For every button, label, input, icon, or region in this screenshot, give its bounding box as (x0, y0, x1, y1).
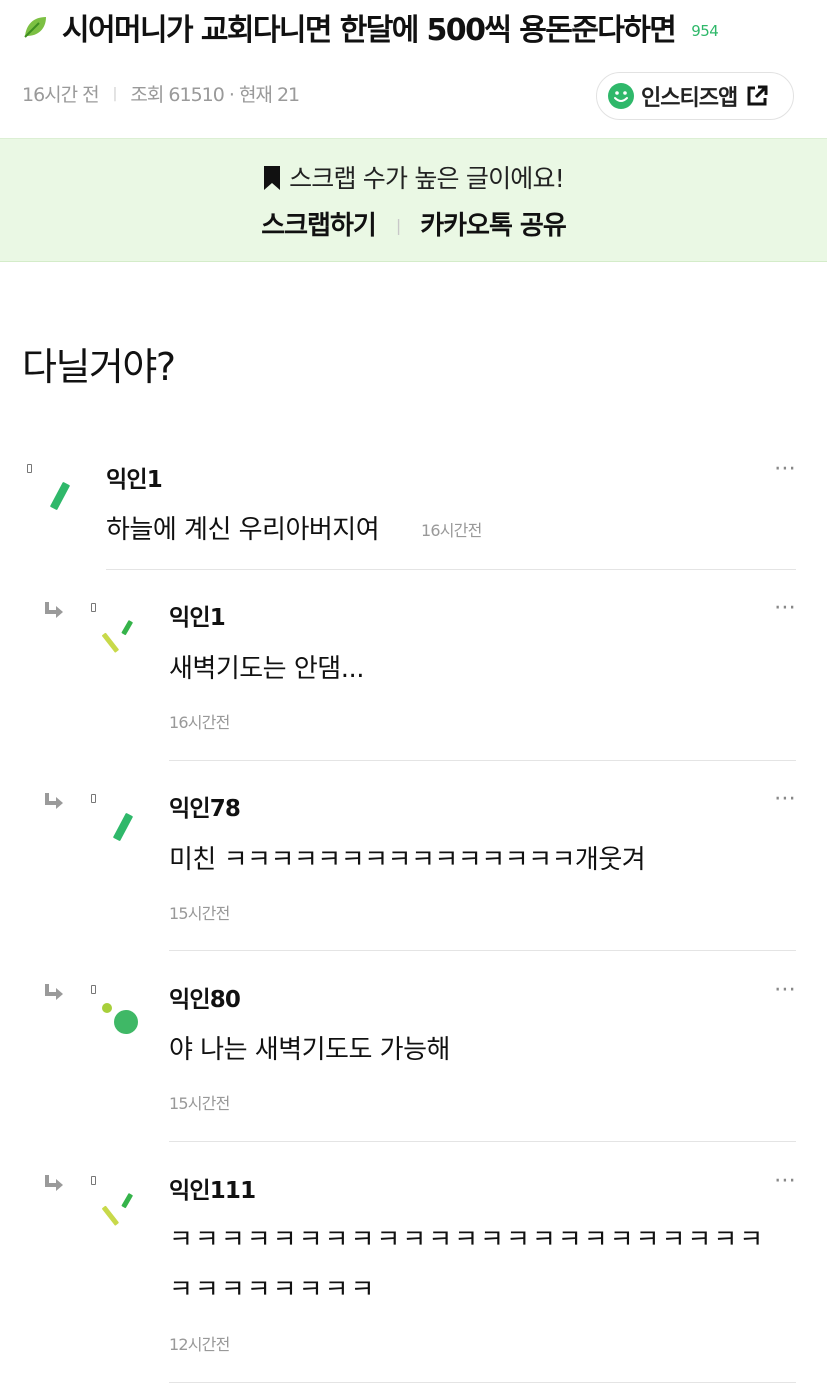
reply-arrow-icon (45, 793, 63, 809)
reply-arrow-icon (45, 984, 63, 1000)
more-horizontal-icon[interactable]: ⋯ (774, 1168, 796, 1193)
comment-text: 하늘에 계신 우리아버지여 (106, 515, 380, 545)
comment-author: 익인111 (169, 1178, 256, 1204)
anon-marker (91, 603, 96, 612)
comment-text: 야 나는 새벽기도도 가능해 (169, 1035, 450, 1065)
comment-divider (169, 760, 796, 761)
open-app-label: 인스티즈앱 (641, 86, 738, 111)
comment-divider (169, 950, 796, 951)
comment-time: 15시간전 (169, 1094, 230, 1113)
scrap-button[interactable]: 스크랩하기 (261, 211, 377, 241)
more-horizontal-icon[interactable]: ⋯ (774, 977, 796, 1002)
meta-divider: | (112, 85, 118, 102)
post-time: 16시간 전 (22, 84, 100, 106)
smile-icon (608, 83, 634, 109)
more-horizontal-icon[interactable]: ⋯ (774, 456, 796, 481)
comment-text: 미친 ㅋㅋㅋㅋㅋㅋㅋㅋㅋㅋㅋㅋㅋㅋㅋ개웃겨 (169, 845, 646, 875)
banner-message: 스크랩 수가 높은 글이에요! (289, 164, 565, 193)
anon-marker (91, 794, 96, 803)
comment-author: 익인78 (169, 796, 241, 822)
post-header: 시어머니가 교회다니면 한달에 500씩 용돈준다하면 954 (22, 6, 812, 48)
more-horizontal-icon[interactable]: ⋯ (774, 786, 796, 811)
reply-arrow-icon (45, 602, 63, 618)
comment-divider (169, 1382, 796, 1383)
avatar-icon (113, 813, 133, 841)
comment-text: ㅋㅋㅋㅋㅋㅋㅋㅋㅋㅋㅋㅋㅋㅋㅋㅋㅋㅋㅋㅋㅋㅋㅋ (169, 1225, 766, 1255)
anon-marker (91, 1176, 96, 1185)
banner-message-row: 스크랩 수가 높은 글이에요! (0, 159, 827, 195)
comment-text: 새벽기도는 안댐... (169, 654, 365, 684)
reply-arrow-icon (45, 1175, 63, 1191)
post-meta: 16시간 전 | 조회 61510 · 현재 21 (22, 80, 300, 107)
comment-time: 12시간전 (169, 1335, 230, 1354)
comment-text-continued: ㅋㅋㅋㅋㅋㅋㅋㅋ (169, 1275, 377, 1305)
post-views: 조회 61510 · 현재 21 (130, 84, 300, 106)
banner-actions: 스크랩하기 | 카카오톡 공유 (0, 205, 827, 242)
open-app-button[interactable]: 인스티즈앱 (596, 72, 794, 120)
avatar-icon (50, 482, 70, 510)
banner-divider: | (395, 216, 401, 235)
leaf-icon (24, 17, 46, 38)
comment-divider (169, 1141, 796, 1142)
anon-marker (27, 464, 32, 473)
bookmark-icon (264, 166, 281, 190)
external-link-icon (747, 85, 768, 106)
comment-count: 954 (691, 22, 719, 40)
kakao-share-button[interactable]: 카카오톡 공유 (420, 211, 567, 241)
avatar-icon (102, 1003, 138, 1034)
post-title: 시어머니가 교회다니면 한달에 500씩 용돈준다하면 (62, 13, 677, 48)
comment-time: 15시간전 (169, 904, 230, 923)
comment-time: 16시간전 (421, 521, 482, 540)
avatar-icon (102, 1193, 133, 1226)
anon-marker (91, 985, 96, 994)
comment-divider (106, 569, 796, 570)
comment-time: 16시간전 (169, 713, 230, 732)
scrap-banner: 스크랩 수가 높은 글이에요! 스크랩하기 | 카카오톡 공유 (0, 138, 827, 262)
more-horizontal-icon[interactable]: ⋯ (774, 595, 796, 620)
avatar-icon (102, 620, 133, 653)
comment-author: 익인1 (106, 467, 163, 493)
comment-author: 익인80 (169, 987, 241, 1013)
post-body: 다닐거야? (22, 345, 176, 389)
comment-author: 익인1 (169, 605, 226, 631)
